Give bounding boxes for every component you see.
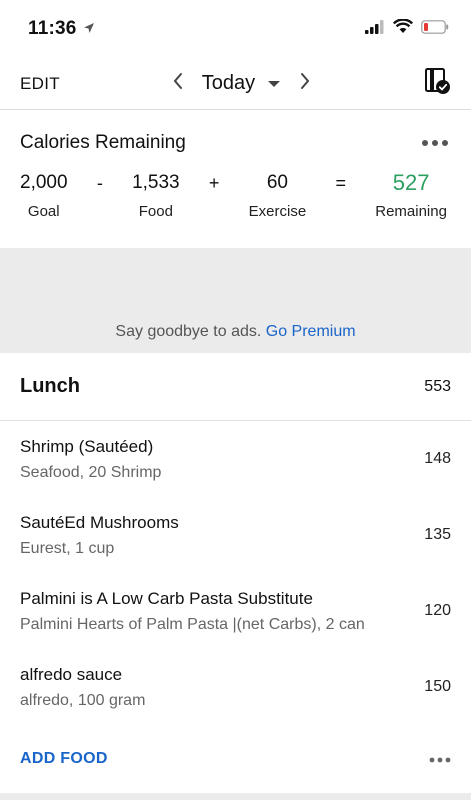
- goal-label: Goal: [27, 203, 60, 220]
- remaining-value: 527: [392, 170, 430, 195]
- ad-text-row: Say goodbye to ads. Go Premium: [0, 323, 471, 341]
- status-time: 11:36: [28, 18, 77, 39]
- food-label: Food: [138, 203, 173, 220]
- plus-operator: +: [208, 173, 220, 193]
- goal-column: 2,000 Goal: [20, 169, 68, 220]
- exercise-value: 60: [266, 172, 288, 193]
- food-entry[interactable]: Shrimp (Sautéed) Seafood, 20 Shrimp 148: [0, 421, 471, 497]
- location-arrow-icon: [83, 18, 95, 40]
- status-time-group: 11:36: [28, 18, 95, 40]
- food-entry[interactable]: SautéEd Mushrooms Eurest, 1 cup 135: [0, 497, 471, 573]
- ad-banner: Say goodbye to ads. Go Premium: [0, 248, 471, 353]
- status-bar: 11:36: [0, 0, 471, 58]
- meal-header[interactable]: Lunch 553: [0, 353, 471, 421]
- cellular-signal-icon: [365, 19, 385, 39]
- more-dots-icon[interactable]: [429, 750, 451, 768]
- calories-remaining-title: Calories Remaining: [20, 132, 186, 153]
- go-premium-link[interactable]: Go Premium: [266, 323, 356, 340]
- chevron-left-icon[interactable]: [172, 72, 184, 95]
- calories-remaining-card: Calories Remaining 2,000 Goal - 1,533 Fo…: [0, 110, 471, 248]
- navigation-bar: EDIT Today: [0, 58, 471, 110]
- food-entry[interactable]: Palmini is A Low Carb Pasta Substitute P…: [0, 573, 471, 649]
- food-name: Shrimp (Sautéed): [20, 436, 154, 456]
- goal-value: 2,000: [20, 172, 68, 193]
- section-divider: [0, 793, 471, 800]
- food-name: SautéEd Mushrooms: [20, 512, 179, 532]
- date-selector[interactable]: Today: [202, 72, 281, 95]
- remaining-column: 527 Remaining: [375, 169, 447, 220]
- calorie-equation: 2,000 Goal - 1,533 Food + 60 Exercise = …: [20, 169, 451, 220]
- battery-icon: [421, 19, 449, 39]
- date-label: Today: [201, 72, 256, 94]
- food-calories: 120: [424, 602, 451, 619]
- food-calories: 148: [424, 450, 451, 467]
- food-entry-text: Shrimp (Sautéed) Seafood, 20 Shrimp: [20, 437, 161, 482]
- meal-total-calories: 553: [424, 377, 451, 395]
- date-navigator: Today: [172, 72, 311, 95]
- food-column: 1,533 Food: [132, 169, 180, 220]
- exercise-column: 60 Exercise: [249, 169, 307, 220]
- food-detail: Seafood, 20 Shrimp: [20, 463, 162, 481]
- caret-down-icon: [267, 75, 281, 93]
- chevron-right-icon[interactable]: [299, 72, 311, 95]
- meal-title: Lunch: [20, 375, 80, 397]
- edit-button[interactable]: EDIT: [20, 74, 60, 94]
- food-value: 1,533: [132, 172, 180, 193]
- minus-operator: -: [96, 173, 103, 193]
- add-food-button[interactable]: ADD FOOD: [20, 750, 108, 768]
- status-icons: [365, 18, 449, 39]
- remaining-label: Remaining: [375, 203, 447, 220]
- food-entry-text: SautéEd Mushrooms Eurest, 1 cup: [20, 513, 179, 558]
- food-name: alfredo sauce: [20, 664, 123, 684]
- exercise-label: Exercise: [248, 203, 307, 220]
- food-detail: Eurest, 1 cup: [20, 539, 115, 557]
- add-food-row: ADD FOOD: [0, 725, 471, 793]
- food-entry[interactable]: alfredo sauce alfredo, 100 gram 150: [0, 649, 471, 725]
- ad-message: Say goodbye to ads.: [115, 323, 262, 340]
- food-detail: Palmini Hearts of Palm Pasta |(net Carbs…: [20, 615, 365, 633]
- food-calories: 135: [424, 526, 451, 543]
- complete-diary-icon[interactable]: [423, 67, 451, 100]
- food-entry-text: Palmini is A Low Carb Pasta Substitute P…: [20, 589, 365, 634]
- food-detail: alfredo, 100 gram: [20, 691, 146, 709]
- food-name: Palmini is A Low Carb Pasta Substitute: [20, 588, 313, 608]
- wifi-icon: [392, 18, 414, 39]
- more-dots-icon[interactable]: [421, 134, 449, 152]
- food-calories: 150: [424, 678, 451, 695]
- equals-operator: =: [335, 173, 346, 193]
- food-entry-text: alfredo sauce alfredo, 100 gram: [20, 665, 145, 710]
